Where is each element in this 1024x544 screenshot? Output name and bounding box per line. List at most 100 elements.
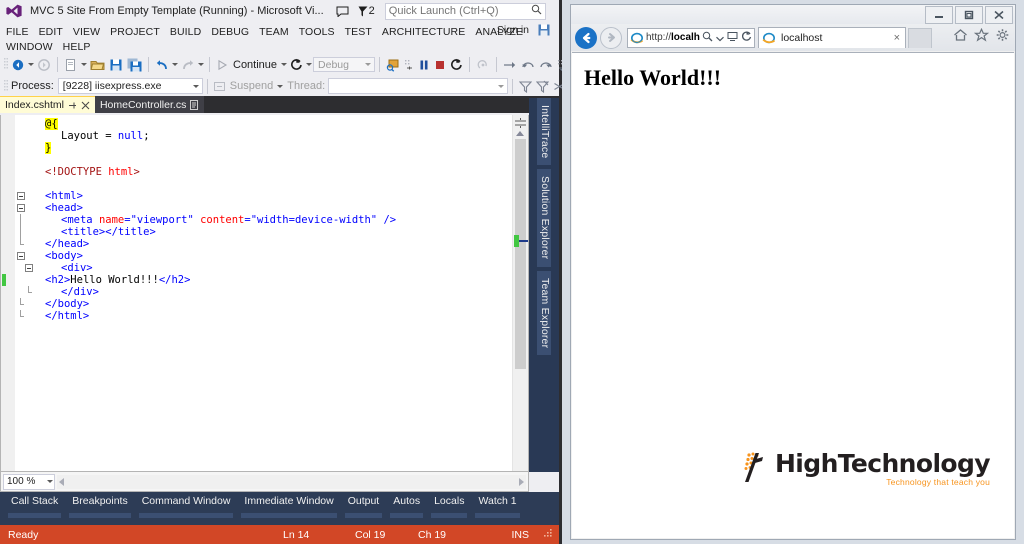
break-all-icon[interactable] — [402, 56, 416, 74]
close-icon[interactable]: × — [892, 32, 902, 44]
new-project-icon[interactable] — [62, 56, 80, 74]
chevron-down-icon[interactable] — [716, 29, 724, 47]
vertical-tab-intellitrace[interactable]: IntelliTrace — [537, 98, 551, 166]
continue-dropdown[interactable] — [280, 56, 288, 74]
address-bar[interactable]: http://localhost:52 — [627, 27, 755, 48]
vertical-tab-solution-explorer[interactable]: Solution Explorer — [537, 169, 551, 267]
document-tab-homecontroller-cs[interactable]: HomeController.cs — [94, 96, 205, 113]
restart-icon[interactable] — [288, 56, 305, 74]
vs-debug-location-toolbar: Process: [9228] iisexpress.exe Suspend T… — [0, 76, 578, 96]
search-icon[interactable] — [702, 29, 713, 47]
quick-launch-input[interactable] — [388, 5, 531, 17]
fold-toggle-icon[interactable] — [17, 192, 25, 200]
new-tab-icon[interactable] — [908, 27, 932, 48]
restart-dropdown[interactable] — [305, 56, 313, 74]
restart-debugging-icon[interactable] — [448, 56, 465, 74]
stop-debugging-icon[interactable] — [432, 56, 448, 74]
quick-launch-box[interactable] — [384, 2, 546, 20]
menu-debug[interactable]: DEBUG — [211, 26, 255, 38]
scroll-thumb[interactable] — [515, 139, 526, 369]
resize-grip-icon[interactable] — [544, 529, 553, 541]
bottom-tab-watch-1[interactable]: Watch 1 — [471, 492, 523, 518]
browser-tab-localhost[interactable]: localhost × — [758, 27, 906, 48]
scroll-left-button[interactable] — [59, 477, 64, 486]
scroll-up-button[interactable] — [516, 131, 524, 136]
step-out-icon[interactable] — [537, 56, 555, 74]
menu-file[interactable]: FILE — [6, 26, 35, 38]
tools-gear-icon[interactable] — [995, 28, 1010, 47]
navigate-backward-icon[interactable] — [9, 56, 27, 74]
menu-test[interactable]: TEST — [345, 26, 378, 38]
editor-split-handle[interactable] — [514, 116, 527, 128]
filter-icon[interactable] — [517, 77, 534, 95]
redo-icon[interactable] — [179, 56, 197, 74]
bottom-tab-command-window[interactable]: Command Window — [135, 492, 238, 518]
vertical-tab-team-explorer[interactable]: Team Explorer — [537, 270, 551, 356]
navigate-forward-icon[interactable] — [35, 56, 53, 74]
fold-toggle-icon[interactable] — [25, 264, 33, 272]
favorites-star-icon[interactable] — [973, 27, 990, 47]
close-icon[interactable] — [81, 101, 90, 110]
zoom-level-combo[interactable]: 100 % — [3, 473, 55, 490]
bottom-tab-output[interactable]: Output — [341, 492, 387, 518]
close-icon[interactable] — [985, 6, 1013, 24]
thread-combo[interactable] — [328, 78, 509, 94]
menu-team[interactable]: TEAM — [259, 26, 295, 38]
threads-icon[interactable] — [474, 56, 492, 74]
feedback-speech-bubble-icon[interactable] — [336, 6, 349, 17]
toolbar-grip[interactable] — [3, 57, 9, 72]
menu-window[interactable]: WINDOW — [6, 41, 59, 53]
menu-row-1: FILE EDIT VIEW PROJECT BUILD DEBUG TEAM … — [6, 24, 559, 39]
maximize-icon[interactable] — [955, 6, 983, 24]
back-arrow-icon[interactable] — [575, 26, 597, 49]
scroll-right-button[interactable] — [519, 477, 524, 486]
solution-configuration-combo[interactable]: Debug — [313, 57, 376, 72]
compatibility-view-icon[interactable] — [727, 29, 738, 47]
change-bar — [2, 274, 6, 286]
debug-toolbar-grip[interactable] — [3, 79, 9, 94]
refresh-icon[interactable] — [741, 29, 752, 47]
document-tab-index-cshtml[interactable]: Index.cshtml — [0, 96, 95, 113]
new-project-dropdown[interactable] — [80, 56, 88, 74]
show-next-statement-icon[interactable] — [384, 56, 402, 74]
bottom-tab-autos[interactable]: Autos — [386, 492, 427, 518]
notification-flag-icon[interactable]: 2 — [358, 5, 375, 17]
step-over-icon[interactable] — [519, 56, 537, 74]
save-all-icon[interactable] — [125, 56, 144, 74]
continue-play-icon[interactable] — [214, 56, 230, 74]
fold-toggle-icon[interactable] — [17, 252, 25, 260]
redo-dropdown[interactable] — [197, 56, 205, 74]
bottom-tab-breakpoints[interactable]: Breakpoints — [65, 492, 134, 518]
menu-edit[interactable]: EDIT — [39, 26, 69, 38]
bottom-tab-call-stack[interactable]: Call Stack — [4, 492, 65, 518]
code-line: <title></title> — [15, 226, 528, 238]
code-text[interactable]: @{Layout = null;} <!DOCTYPE html> <html> <h… — [2, 118, 528, 471]
process-combo[interactable]: [9228] iisexpress.exe — [57, 78, 203, 94]
fold-toggle-icon[interactable] — [17, 204, 25, 212]
open-file-icon[interactable] — [88, 56, 107, 74]
menu-tools[interactable]: TOOLS — [299, 26, 341, 38]
menu-architecture[interactable]: ARCHITECTURE — [382, 26, 471, 38]
editor-horizontal-scrollbar[interactable] — [57, 474, 526, 489]
continue-label[interactable]: Continue — [230, 59, 280, 71]
send-feedback-icon[interactable] — [537, 23, 551, 42]
bottom-tab-locals[interactable]: Locals — [427, 492, 471, 518]
menu-build[interactable]: BUILD — [170, 26, 207, 38]
undo-dropdown[interactable] — [171, 56, 179, 74]
code-editor[interactable]: @{Layout = null;} <!DOCTYPE html> <html> <h… — [0, 115, 529, 472]
menu-view[interactable]: VIEW — [73, 26, 106, 38]
save-icon[interactable] — [107, 56, 125, 74]
menu-help[interactable]: HELP — [63, 41, 97, 53]
pause-icon[interactable] — [416, 56, 432, 74]
editor-vertical-scrollbar[interactable] — [512, 115, 528, 471]
sign-in-link[interactable]: Sign in — [497, 24, 529, 36]
step-into-icon[interactable] — [501, 56, 519, 74]
pin-icon[interactable] — [68, 101, 77, 110]
undo-icon[interactable] — [153, 56, 171, 74]
menu-project[interactable]: PROJECT — [110, 26, 166, 38]
home-icon[interactable] — [953, 28, 968, 47]
navigate-backward-dropdown[interactable] — [27, 56, 35, 74]
minimize-icon[interactable] — [925, 6, 953, 24]
forward-arrow-icon[interactable] — [600, 26, 622, 49]
bottom-tab-immediate-window[interactable]: Immediate Window — [237, 492, 340, 518]
